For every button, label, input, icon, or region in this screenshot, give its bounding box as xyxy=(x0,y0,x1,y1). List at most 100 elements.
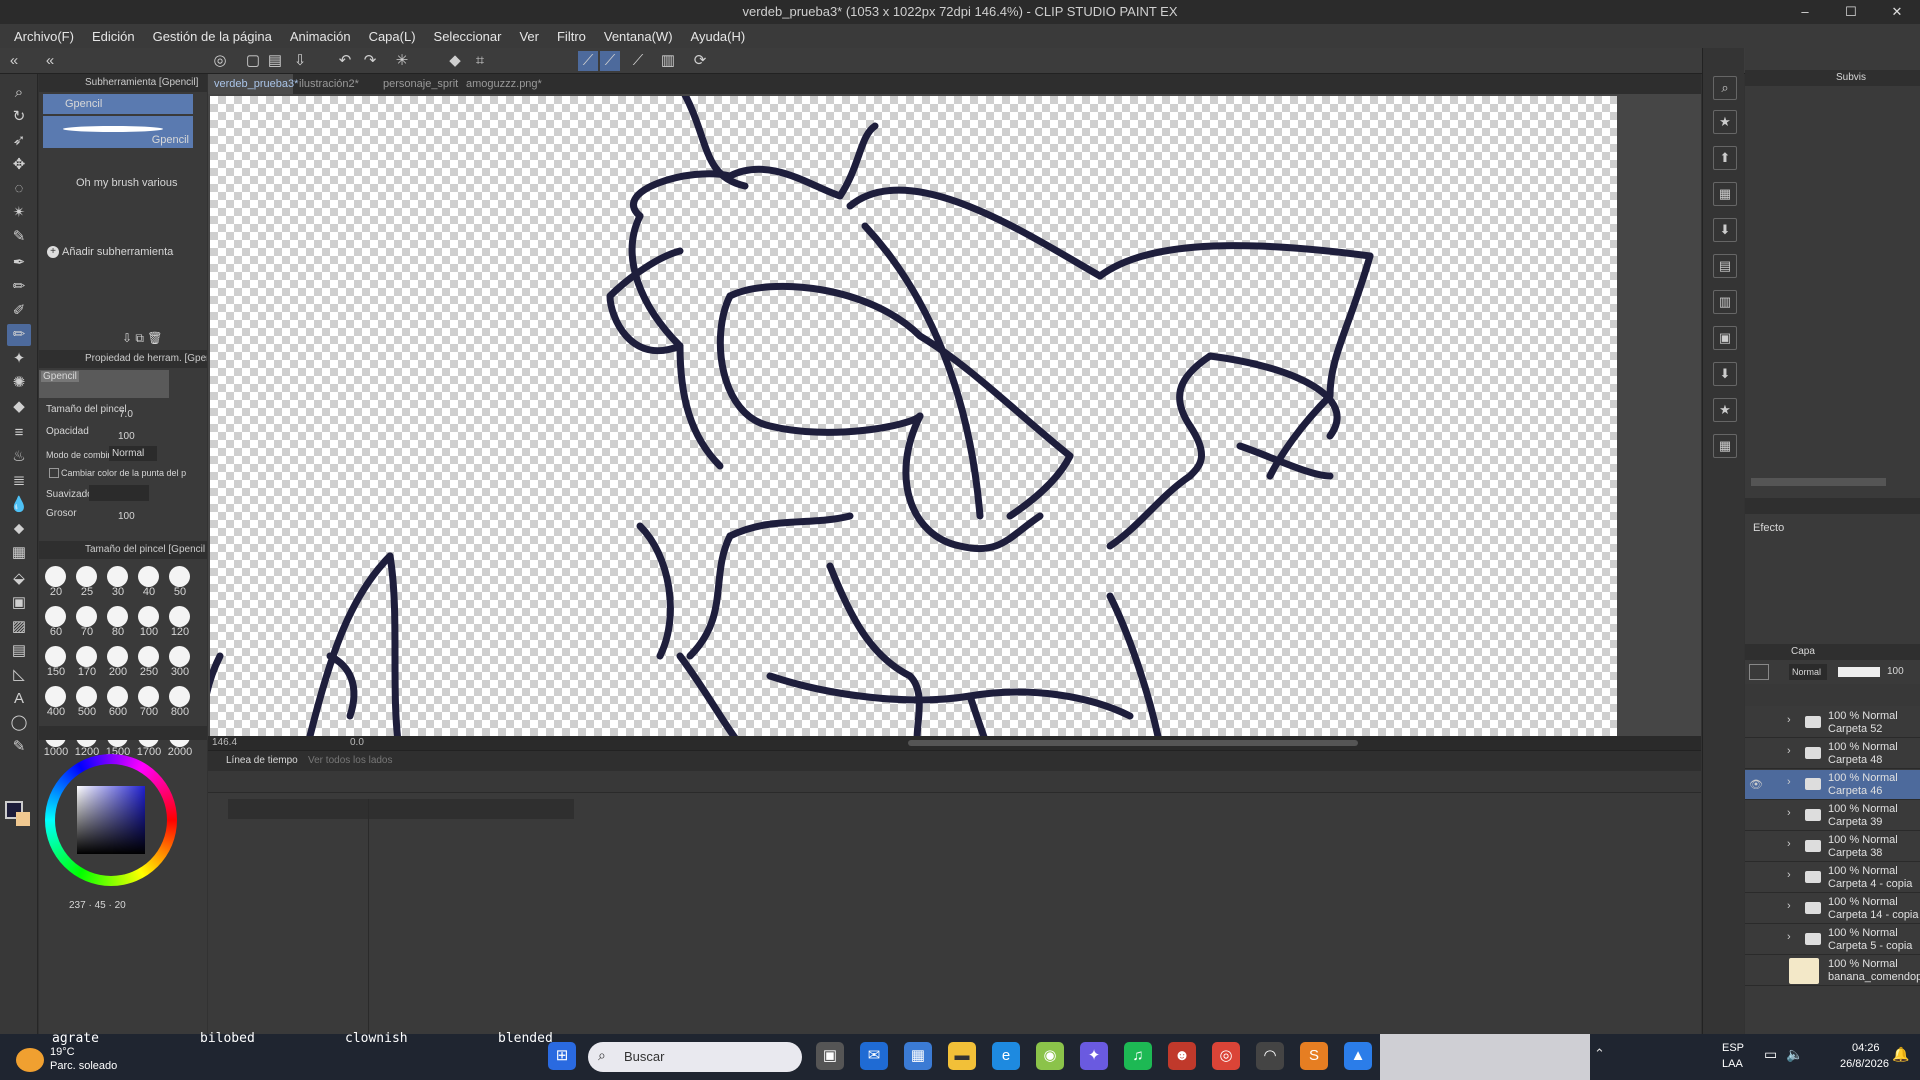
brush-size-dot[interactable] xyxy=(45,686,66,707)
material-4-icon[interactable]: ⬇ xyxy=(1713,218,1737,242)
game-icon[interactable]: ☻ xyxy=(1168,1042,1196,1070)
menu-help[interactable]: Ayuda(H) xyxy=(691,29,746,44)
airbrush-tool-icon[interactable]: ✦ xyxy=(7,348,31,370)
minimize-button[interactable]: – xyxy=(1782,0,1828,24)
timeline-track-select[interactable] xyxy=(228,799,574,819)
menu-view[interactable]: Ver xyxy=(519,29,539,44)
brush-size-dot[interactable] xyxy=(138,566,159,587)
mesh-tool-icon[interactable]: ▦ xyxy=(7,542,31,564)
layer-row[interactable]: › 100 % Normal Carpeta 39 xyxy=(1745,801,1920,831)
brush-size-dot[interactable] xyxy=(169,566,190,587)
fill-tool-icon[interactable]: ⬙ xyxy=(7,568,31,590)
tab-layer[interactable]: Capa xyxy=(1791,646,1815,657)
brush-size-dot[interactable] xyxy=(169,606,190,627)
object-tool-icon[interactable]: ➶ xyxy=(7,130,31,152)
subtool-preview[interactable]: Gpencil xyxy=(43,116,193,148)
brush-size-dot[interactable] xyxy=(45,566,66,587)
brush-size-dot[interactable] xyxy=(107,566,128,587)
layers-tool-icon[interactable]: ≣ xyxy=(7,470,31,492)
brush-size-dot[interactable] xyxy=(138,606,159,627)
brush-size-dot[interactable] xyxy=(45,646,66,667)
brush-tool-icon[interactable]: ✐ xyxy=(7,300,31,322)
weather-icon[interactable] xyxy=(16,1048,44,1072)
angle-value[interactable]: 0.0 xyxy=(350,737,364,748)
photos-icon[interactable]: ▲ xyxy=(1344,1042,1372,1070)
clear-selection-icon[interactable]: ✳ xyxy=(392,51,412,71)
color-tool-icon[interactable]: ◆ xyxy=(7,396,31,418)
taskbar-search[interactable]: ⌕ Buscar xyxy=(588,1042,802,1072)
pen-tool-icon[interactable]: ✒ xyxy=(7,252,31,274)
brush-size-dot[interactable] xyxy=(107,646,128,667)
save-icon[interactable]: ⇩ xyxy=(290,51,310,71)
pencil-tool-icon[interactable]: ✏ xyxy=(7,276,31,298)
material-2-icon[interactable]: ⬆ xyxy=(1713,146,1737,170)
zoom-tool-icon[interactable]: ⌕ xyxy=(7,82,31,104)
lang-1[interactable]: ESP xyxy=(1722,1042,1744,1054)
tab-doc-2[interactable]: personaje_sprit xyxy=(377,74,460,94)
add-icon[interactable]: + xyxy=(47,246,59,258)
tab-timeline[interactable]: Línea de tiempo xyxy=(226,755,298,766)
frame-tool-icon[interactable]: ▤ xyxy=(7,640,31,662)
subview-slider[interactable] xyxy=(1751,478,1886,486)
edge-icon[interactable]: e xyxy=(992,1042,1020,1070)
layer-opacity-value[interactable]: 100 xyxy=(1887,666,1904,677)
brush-size-dot[interactable] xyxy=(107,686,128,707)
chrome-icon[interactable]: ◎ xyxy=(1212,1042,1240,1070)
expand-arrow-icon[interactable]: › xyxy=(1787,714,1791,726)
layer-row[interactable]: › 100 % Normal Carpeta 48 xyxy=(1745,739,1920,769)
volume-icon[interactable]: 🔈 xyxy=(1786,1046,1803,1063)
material-3-icon[interactable]: ▦ xyxy=(1713,182,1737,206)
expand-arrow-icon[interactable]: › xyxy=(1787,900,1791,912)
brush-size-dot[interactable] xyxy=(107,606,128,627)
correct-line-tool-icon[interactable]: ✎ xyxy=(7,736,31,758)
xbox-icon[interactable]: ◉ xyxy=(1036,1042,1064,1070)
maximize-button[interactable]: ☐ xyxy=(1828,0,1874,24)
task-view-icon[interactable]: ▣ xyxy=(816,1042,844,1070)
blend-mode-select[interactable]: Normal xyxy=(109,446,157,461)
brush-size-dot[interactable] xyxy=(169,646,190,667)
menu-layer[interactable]: Capa(L) xyxy=(369,29,416,44)
fill-icon[interactable]: ◆ xyxy=(445,51,465,71)
brush-size-dot[interactable] xyxy=(76,606,97,627)
layer-opacity-slider[interactable] xyxy=(1838,667,1880,677)
size-value[interactable]: 7.0 xyxy=(119,409,133,420)
smart-icon[interactable]: ⟳ xyxy=(690,51,710,71)
gradient-tool-icon[interactable]: ▣ xyxy=(7,592,31,614)
layer-row[interactable]: › 100 % Normal Carpeta 52 xyxy=(1745,708,1920,738)
spotify-icon[interactable]: ♫ xyxy=(1124,1042,1152,1070)
collapse-left-icon[interactable]: « xyxy=(40,51,60,71)
lang-2[interactable]: LAA xyxy=(1722,1058,1743,1070)
figure-tool-icon[interactable]: ▨ xyxy=(7,616,31,638)
color-wheel[interactable] xyxy=(45,754,177,886)
snap-special-ruler-icon[interactable]: ⟋ xyxy=(600,51,620,71)
lines-tool-icon[interactable]: ≡ xyxy=(7,422,31,444)
menu-page[interactable]: Gestión de la página xyxy=(153,29,272,44)
material-icon[interactable]: ★ xyxy=(1713,110,1737,134)
brush-size-dot[interactable] xyxy=(76,686,97,707)
network-icon[interactable]: ▭ xyxy=(1764,1046,1777,1063)
brush-size-dot[interactable] xyxy=(76,566,97,587)
brush-size-dot[interactable] xyxy=(76,646,97,667)
subtool-actions[interactable]: ⇩ ⧉ 🗑 xyxy=(122,331,163,346)
decoration-tool-icon[interactable]: ✺ xyxy=(7,372,31,394)
magic-wand-tool-icon[interactable]: ✴ xyxy=(7,202,31,224)
water-tool-icon[interactable]: 💧 xyxy=(7,494,31,516)
move-tool-icon[interactable]: ↻ xyxy=(7,106,31,128)
ruler-tool-icon[interactable]: ◺ xyxy=(7,664,31,686)
material-10-icon[interactable]: ▦ xyxy=(1713,434,1737,458)
horizontal-scrollbar[interactable] xyxy=(908,740,1358,746)
material-5-icon[interactable]: ▤ xyxy=(1713,254,1737,278)
expand-arrow-icon[interactable]: › xyxy=(1787,745,1791,757)
eyedropper-tool-icon[interactable]: ✎ xyxy=(7,226,31,248)
brush-size-dot[interactable] xyxy=(45,606,66,627)
layer-color-toggle[interactable] xyxy=(1749,664,1769,680)
menu-window[interactable]: Ventana(W) xyxy=(604,29,673,44)
add-subtool-button[interactable]: Añadir subherramienta xyxy=(62,246,173,258)
eraser-tool-icon[interactable]: ⬥ xyxy=(7,518,31,540)
layer-row[interactable]: › 100 % Normal Carpeta 5 - copia xyxy=(1745,925,1920,955)
clip-studio-icon[interactable]: ◎ xyxy=(210,51,230,71)
eye-icon[interactable]: 👁 xyxy=(1749,778,1763,791)
thickness-value[interactable]: 100 xyxy=(118,511,135,522)
navigator-icon[interactable]: ⌕ xyxy=(1713,76,1737,100)
drawing-canvas[interactable] xyxy=(210,96,1617,736)
